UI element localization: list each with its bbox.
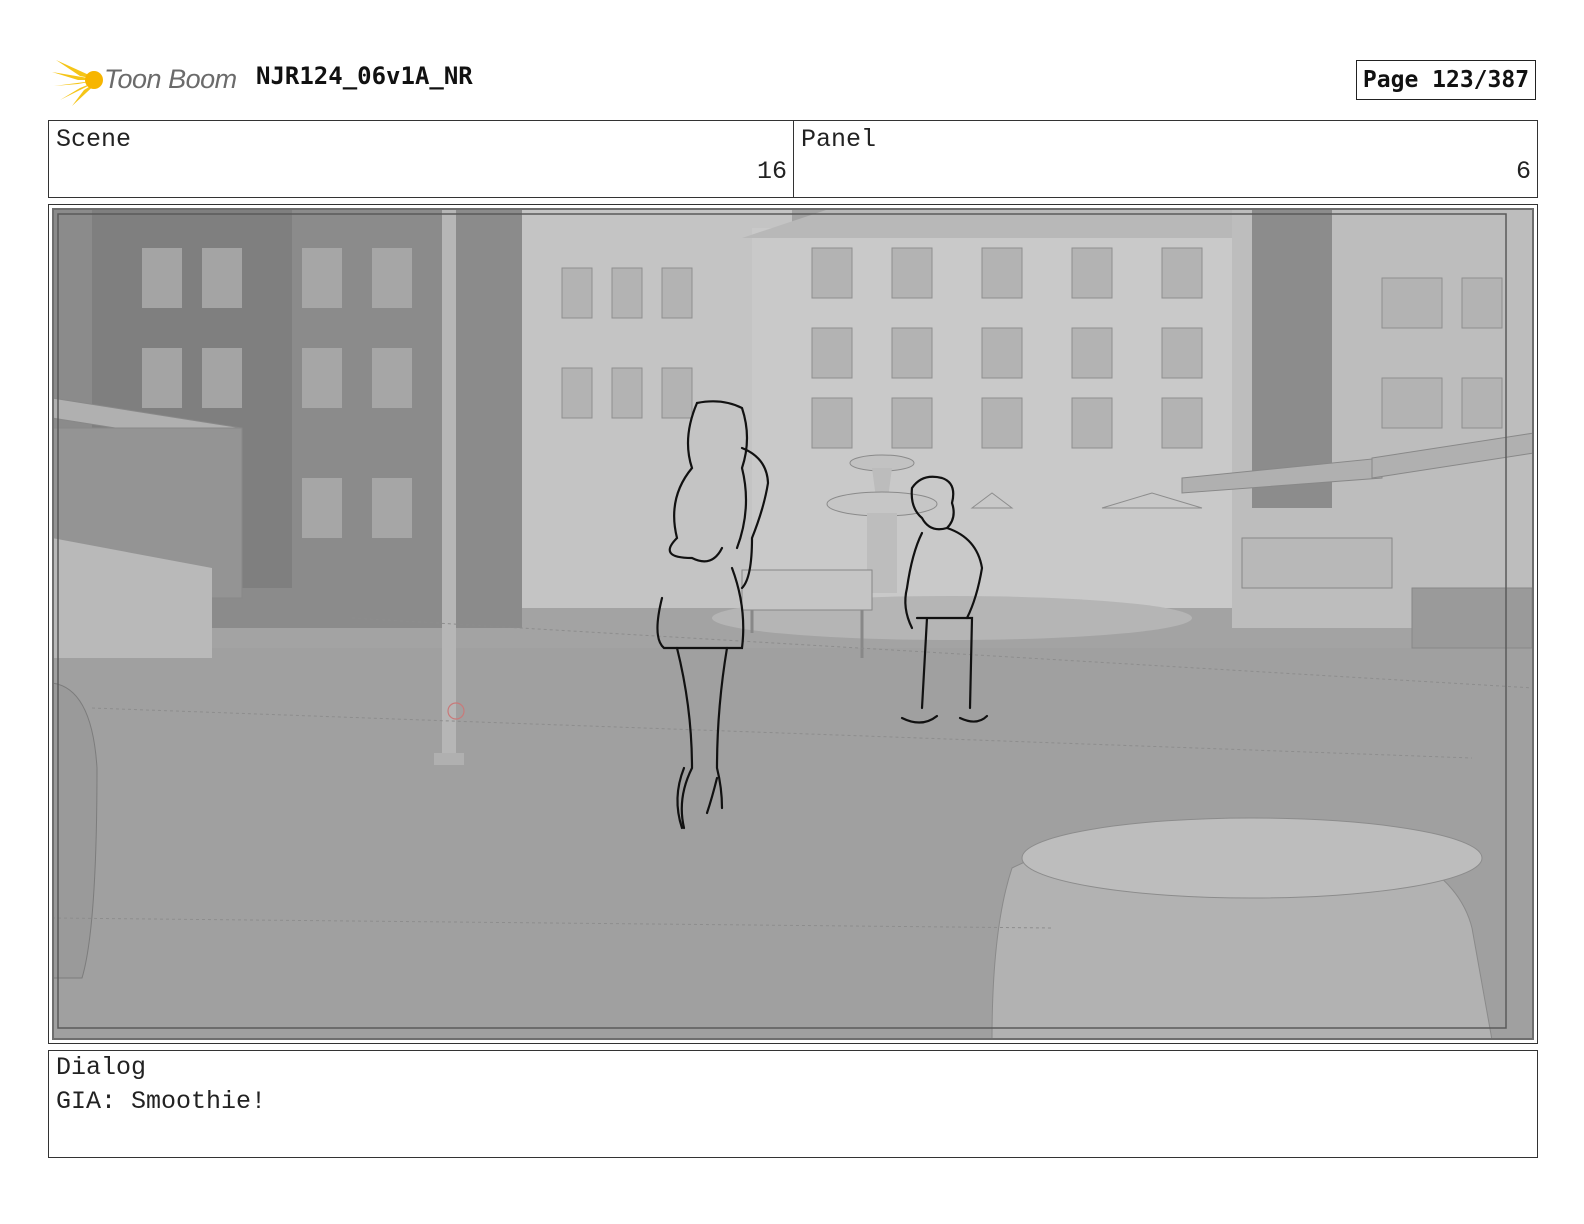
document-title: NJR124_06v1A_NR — [256, 62, 473, 90]
dialog-box: Dialog GIA: Smoothie! — [48, 1050, 1538, 1158]
scene-cell: Scene 16 — [49, 121, 794, 197]
panel-cell: Panel 6 — [794, 121, 1537, 197]
dialog-label: Dialog — [56, 1053, 147, 1082]
scene-panel-info: Scene 16 Panel 6 — [48, 120, 1538, 198]
storyboard-panel-frame — [48, 204, 1538, 1044]
page-number: Page 123/387 — [1356, 60, 1536, 100]
storyboard-panel-image — [52, 208, 1534, 1040]
scene-label: Scene — [56, 125, 132, 154]
dialog-text: GIA: Smoothie! — [56, 1087, 267, 1116]
panel-label: Panel — [801, 125, 877, 154]
scene-number: 16 — [756, 157, 787, 186]
logo-wordmark: Toon Boom — [104, 64, 237, 94]
panel-number: 6 — [1515, 157, 1531, 186]
star-burst-icon — [52, 60, 103, 106]
